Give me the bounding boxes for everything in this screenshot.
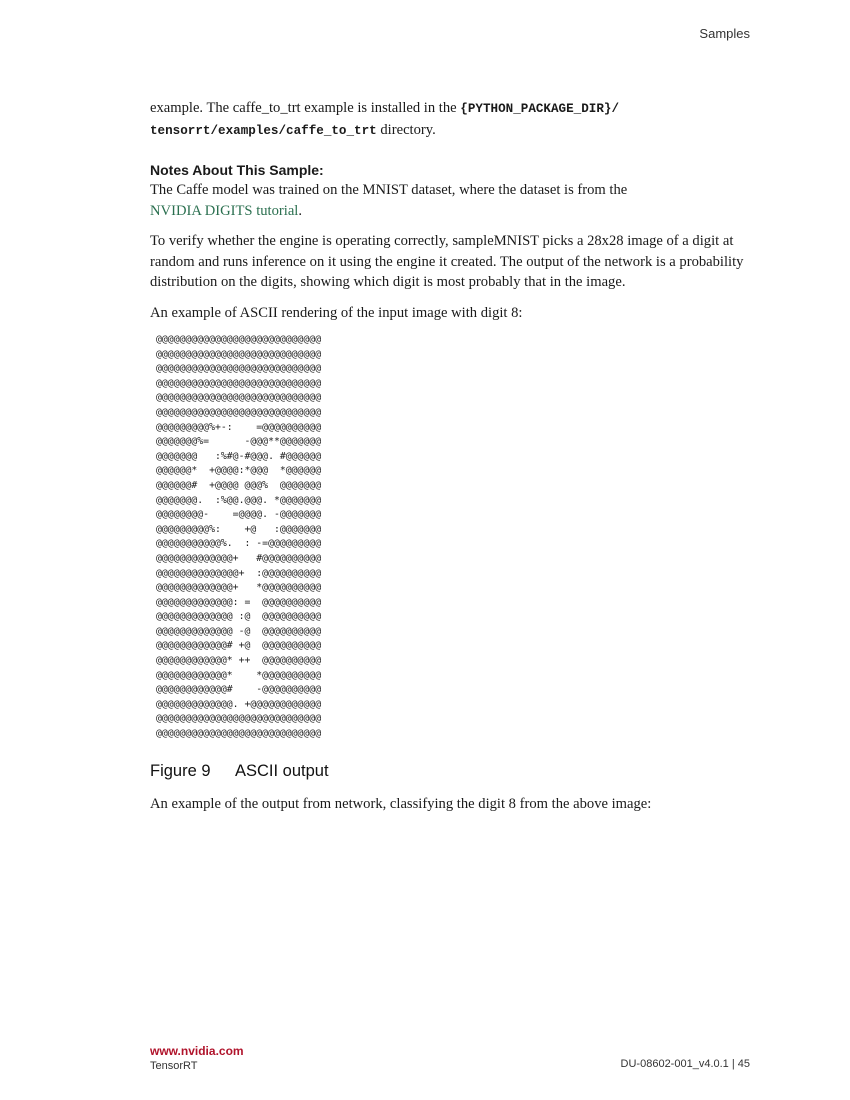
- ascii-digit-rendering: @@@@@@@@@@@@@@@@@@@@@@@@@@@@ @@@@@@@@@@@…: [156, 334, 322, 740]
- verify-paragraph: To verify whether the engine is operatin…: [150, 233, 744, 290]
- ascii-intro: An example of ASCII rendering of the inp…: [150, 304, 523, 321]
- footer-product-name: TensorRT: [150, 1060, 198, 1072]
- intro-text: example. The caffe_to_trt example is ins…: [150, 100, 461, 116]
- nvidia-digits-tutorial-link[interactable]: NVIDIA DIGITS tutorial: [150, 203, 298, 219]
- notes-text: The Caffe model was trained on the MNIST…: [150, 182, 628, 198]
- footer-left: www.nvidia.com TensorRT: [150, 1044, 244, 1073]
- notes-paragraph: The Caffe model was trained on the MNIST…: [150, 180, 750, 221]
- python-package-dir-code: {PYTHON_PACKAGE_DIR}/: [460, 102, 620, 116]
- intro-text-end: directory.: [376, 121, 436, 138]
- notes-link-end: .: [298, 202, 303, 219]
- footer-url-link[interactable]: www.nvidia.com: [150, 1044, 244, 1059]
- output-paragraph: An example of the output from network, c…: [150, 795, 652, 812]
- notes-heading: Notes About This Sample:: [150, 162, 324, 178]
- page-content: example. The caffe_to_trt example is ins…: [150, 98, 750, 814]
- examples-path-code: tensorrt/examples/caffe_to_trt: [150, 123, 377, 138]
- figure-caption: Figure 9 ASCII output: [150, 760, 750, 782]
- footer-doc-id: DU-08602-001_v4.0.1 | 45: [620, 1058, 750, 1070]
- intro-paragraph: example. The caffe_to_trt example is ins…: [150, 98, 750, 141]
- figure-title: ASCII output: [235, 761, 329, 780]
- figure-number: Figure 9: [150, 761, 211, 780]
- running-header: Samples: [699, 26, 750, 41]
